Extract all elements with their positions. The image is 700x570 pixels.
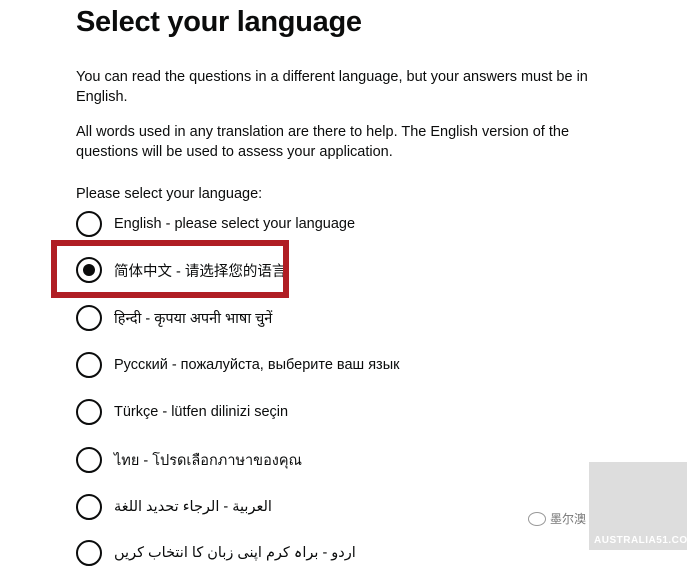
language-option-label: 简体中文 - 请选择您的语言 <box>114 263 287 280</box>
radio-button[interactable] <box>76 540 102 566</box>
language-option-label: Русский - пожалуйста, выберите ваш язык <box>114 357 400 373</box>
language-option-thai[interactable]: ไทย - โปรดเลือกภาษาของคุณ <box>76 443 302 477</box>
language-option-label: English - please select your language <box>114 216 356 232</box>
language-option-label: Türkçe - lütfen dilinizi seçin <box>114 404 289 420</box>
intro-paragraph-1: You can read the questions in a differen… <box>76 69 588 105</box>
language-option-urdu[interactable]: اردو - براہ کرم اپنی زبان کا انتخاب کریں <box>76 536 356 570</box>
language-option-label: हिन्दी - कृपया अपनी भाषा चुनें <box>114 311 273 327</box>
radio-button[interactable] <box>76 447 102 473</box>
language-option-arabic[interactable]: العربية - الرجاء تحديد اللغة <box>76 490 272 524</box>
language-option-label: العربية - الرجاء تحديد اللغة <box>114 499 272 515</box>
language-option-english[interactable]: English - please select your language <box>76 207 355 241</box>
watermark-site: AUSTRALIA51.COM <box>594 535 697 546</box>
wechat-account-name: 墨尔澳 <box>550 512 587 526</box>
language-option-russian[interactable]: Русский - пожалуйста, выберите ваш язык <box>76 348 399 382</box>
language-option-hindi[interactable]: हिन्दी - कृपया अपनी भाषा चुनें <box>76 301 272 335</box>
radio-button[interactable] <box>76 494 102 520</box>
language-option-turkish[interactable]: Türkçe - lütfen dilinizi seçin <box>76 395 288 429</box>
wechat-watermark: 墨尔澳 <box>528 510 586 527</box>
radio-button[interactable] <box>76 399 102 425</box>
language-option-label: اردو - براہ کرم اپنی زبان کا انتخاب کریں <box>114 545 356 561</box>
radio-button[interactable] <box>76 352 102 378</box>
radio-button-selected[interactable] <box>76 257 102 283</box>
radio-button[interactable] <box>76 305 102 331</box>
wechat-icon <box>528 511 546 526</box>
radio-button[interactable] <box>76 211 102 237</box>
language-option-chinese[interactable]: 简体中文 - 请选择您的语言 <box>76 253 286 287</box>
intro-paragraph-2: All words used in any translation are th… <box>76 124 570 160</box>
page-title: Select your language <box>76 6 362 38</box>
language-legend: Please select your language: <box>76 186 263 202</box>
language-option-label: ไทย - โปรดเลือกภาษาของคุณ <box>114 452 303 469</box>
